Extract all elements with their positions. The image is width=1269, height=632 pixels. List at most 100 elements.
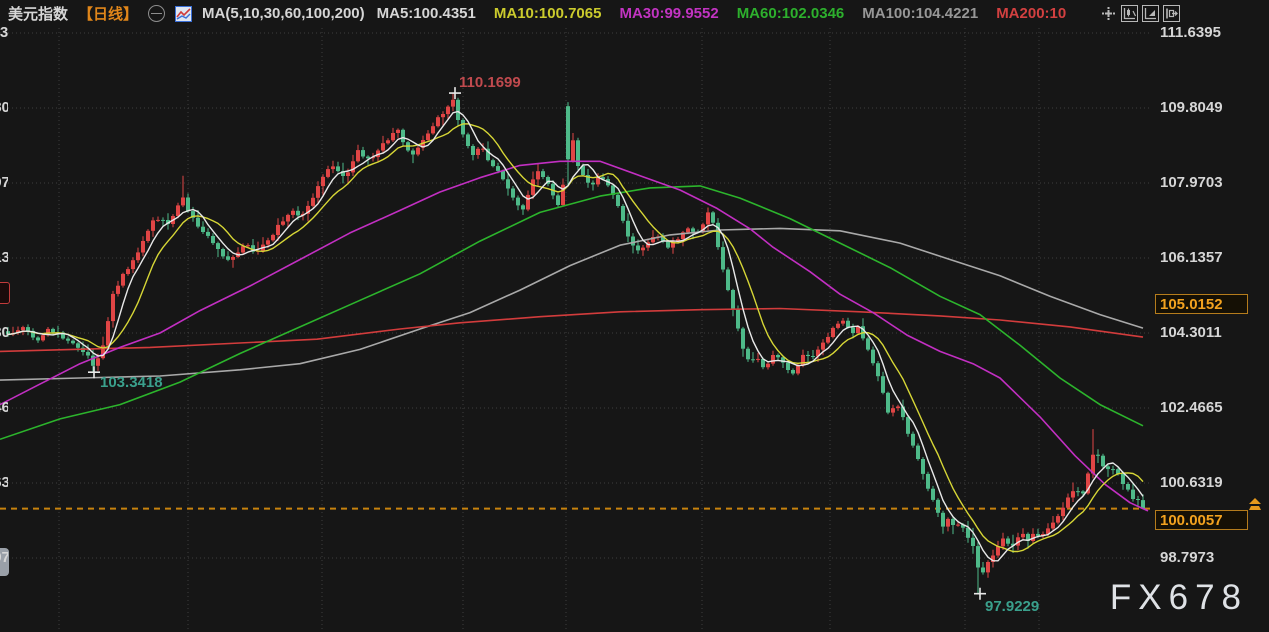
left-axis-label-clipped: 104.3011 (0, 324, 8, 342)
candle (291, 208, 295, 218)
line-chart-view-icon[interactable] (1142, 5, 1159, 22)
candle (491, 159, 495, 168)
candle (616, 194, 620, 208)
candle (1031, 528, 1035, 543)
candle (146, 229, 150, 243)
candle (921, 457, 925, 480)
candle (131, 257, 135, 273)
left-axis-label-clipped: 107.9703 (0, 174, 8, 192)
candle (726, 267, 730, 291)
candle (61, 331, 65, 340)
y-axis-label: 107.9703 (1160, 174, 1223, 192)
candle (1111, 466, 1115, 475)
symbol-name: 美元指数 (8, 3, 68, 24)
candle (671, 237, 675, 253)
y-axis-label: 98.7973 (1160, 549, 1214, 567)
candle (991, 550, 995, 568)
candle (516, 196, 520, 211)
candle-chart-view-icon[interactable] (1121, 5, 1138, 22)
candle (721, 241, 725, 272)
candlestick-chart-canvas[interactable] (0, 0, 1269, 632)
candle (576, 138, 580, 170)
candle (271, 234, 275, 242)
candle (326, 166, 330, 179)
candle (26, 324, 30, 335)
left-axis-label-clipped: 98.7973 (0, 549, 8, 567)
left-clipped-price-tag (0, 282, 10, 304)
y-axis-label: 109.8049 (1160, 99, 1223, 117)
candle (891, 405, 895, 417)
candle (811, 350, 815, 359)
candle (1056, 514, 1060, 525)
candle (381, 136, 385, 153)
chart-header: 美元指数 【日线】 MA(5,10,30,60,100,200) MA5:100… (0, 0, 1269, 27)
candle (651, 230, 655, 244)
candle (931, 486, 935, 502)
candle (621, 204, 625, 223)
candle (121, 273, 125, 288)
left-axis-label-clipped: 100.6319 (0, 474, 8, 492)
candle (1131, 484, 1135, 502)
candle (111, 291, 115, 328)
candle (106, 317, 110, 348)
candle (641, 245, 645, 256)
candle (36, 336, 40, 343)
candle (236, 247, 240, 258)
candle (436, 115, 440, 127)
candle (336, 162, 340, 173)
candle (281, 217, 285, 226)
collapse-circle-icon[interactable] (148, 5, 165, 22)
y-axis-label: 106.1357 (1160, 249, 1223, 267)
candle (1136, 496, 1140, 506)
candle (1076, 487, 1080, 496)
candle (206, 228, 210, 238)
left-axis-label-clipped: 106.1357 (0, 249, 8, 267)
candle (216, 242, 220, 258)
candle (1106, 465, 1110, 477)
candle (356, 145, 360, 163)
candle (521, 204, 525, 215)
candle (936, 498, 940, 517)
ma-value-ma10: MA10:100.7065 (494, 5, 602, 22)
candle (806, 351, 810, 363)
candle (741, 327, 745, 357)
ma-value-ma200: MA200:10 (996, 5, 1066, 22)
exit-fullscreen-icon[interactable] (1163, 5, 1180, 22)
candle (626, 213, 630, 242)
candle (986, 560, 990, 578)
candle (256, 242, 260, 255)
y-axis-label: 104.3011 (1160, 324, 1222, 342)
candle (351, 155, 355, 176)
candle (311, 193, 315, 207)
candle (461, 118, 465, 137)
ma-value-ma5: MA5:100.4351 (377, 5, 476, 22)
mini-candlestick-icon[interactable] (175, 6, 192, 22)
ma-line-ma10 (8, 124, 1143, 552)
candle (751, 352, 755, 363)
candle (926, 472, 930, 492)
candle (976, 542, 980, 594)
period-label[interactable]: 【日线】 (78, 3, 138, 24)
candle (221, 248, 225, 259)
left-axis-label-clipped: 109.8049 (0, 99, 8, 117)
candle (776, 354, 780, 361)
candle (716, 218, 720, 250)
candle (331, 161, 335, 173)
candle (1071, 483, 1075, 503)
candle (826, 333, 830, 344)
candle (141, 236, 145, 256)
candle (226, 251, 230, 261)
candle (136, 248, 140, 263)
candle (591, 180, 595, 190)
candle (866, 337, 870, 352)
ma-value-ma100: MA100:104.4221 (862, 5, 978, 22)
candle (1096, 449, 1100, 463)
candle (511, 186, 515, 201)
swing-low-annotation: 103.3418 (100, 374, 163, 391)
crosshair-icon[interactable] (1100, 5, 1117, 22)
candles (6, 93, 1145, 594)
candle (981, 562, 985, 575)
candle (771, 351, 775, 366)
candle (396, 128, 400, 138)
candle (416, 146, 420, 156)
